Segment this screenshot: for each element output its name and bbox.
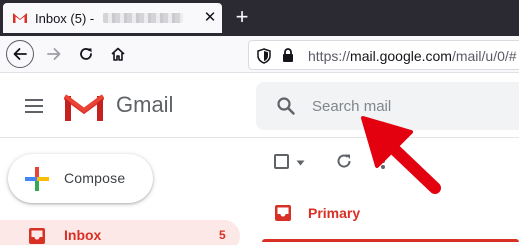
tab-active-indicator	[262, 239, 519, 242]
home-icon	[111, 47, 125, 61]
sidebar-item-inbox[interactable]: Inbox 5	[0, 220, 240, 245]
inbox-tray-icon	[275, 205, 291, 221]
search-icon[interactable]	[276, 96, 296, 116]
url-path: /mail/u/0/#	[451, 48, 517, 64]
compose-plus-icon	[25, 167, 49, 191]
url-host: mail.google.com	[350, 48, 452, 64]
home-button[interactable]	[104, 40, 132, 68]
lock-icon[interactable]	[281, 47, 295, 63]
reload-icon	[80, 48, 92, 60]
browser-tab-strip: Inbox (5) - ✕ +	[0, 0, 519, 36]
sidebar-item-label: Inbox	[64, 227, 102, 243]
main-menu-hamburger-icon[interactable]	[23, 96, 47, 116]
compose-button[interactable]: Compose	[8, 154, 153, 203]
url-text: https://mail.google.com/mail/u/0/#	[308, 48, 517, 64]
tab-primary[interactable]: Primary	[262, 195, 519, 245]
tab-title: Inbox (5) -	[35, 11, 95, 26]
gmail-logo-icon[interactable]	[64, 92, 104, 122]
refresh-icon[interactable]	[334, 151, 354, 171]
tab-close-icon[interactable]: ✕	[200, 8, 220, 28]
back-arrow-icon	[13, 48, 27, 60]
tab-title-redacted	[103, 13, 183, 23]
inbox-icon	[29, 228, 45, 244]
reload-button[interactable]	[72, 40, 100, 68]
address-bar[interactable]: https://mail.google.com/mail/u/0/#	[248, 40, 519, 70]
url-scheme: https://	[308, 48, 351, 64]
compose-label: Compose	[64, 170, 126, 186]
annotation-arrow-icon	[361, 116, 441, 194]
gmail-favicon-icon	[13, 13, 27, 23]
inbox-unread-count: 5	[219, 228, 226, 242]
gmail-wordmark[interactable]: Gmail	[116, 92, 173, 118]
new-tab-button[interactable]: +	[230, 4, 254, 30]
forward-button[interactable]	[40, 40, 68, 68]
tracking-shield-icon[interactable]	[257, 48, 271, 64]
browser-tab-inbox[interactable]: Inbox (5) - ✕	[3, 3, 222, 33]
forward-arrow-icon	[47, 48, 61, 60]
back-button[interactable]	[6, 40, 34, 68]
select-all-checkbox[interactable]	[274, 154, 289, 169]
select-dropdown-chevron-down-icon[interactable]	[296, 160, 305, 166]
tab-primary-label: Primary	[308, 205, 361, 221]
browser-nav-bar: https://mail.google.com/mail/u/0/#	[0, 36, 519, 73]
